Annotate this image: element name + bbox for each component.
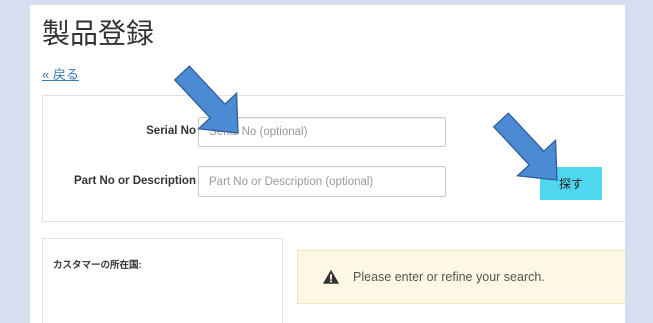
search-alert: Please enter or refine your search.: [297, 250, 625, 304]
serial-no-label: Serial No: [146, 125, 196, 137]
part-no-label: Part No or Description: [73, 175, 196, 187]
customer-country-label: カスタマーの所在国:: [53, 260, 142, 271]
page-title: 製品登録: [42, 18, 155, 49]
warning-icon: [323, 270, 339, 284]
serial-no-input[interactable]: [198, 117, 446, 147]
back-link[interactable]: « 戻る: [42, 67, 79, 83]
country-filter-panel: カスタマーの所在国:: [42, 238, 283, 323]
content-panel: 製品登録 « 戻る Serial No Part No or Descripti…: [30, 5, 625, 323]
alert-message: Please enter or refine your search.: [353, 270, 545, 284]
part-no-input[interactable]: [198, 166, 446, 197]
search-form-panel: Serial No Part No or Description 探す: [42, 95, 625, 222]
search-button[interactable]: 探す: [540, 167, 602, 200]
